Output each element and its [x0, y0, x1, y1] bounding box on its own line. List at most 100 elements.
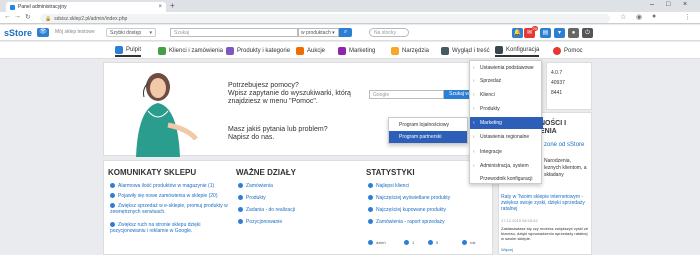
- bell-icon[interactable]: 🔔: [512, 28, 523, 38]
- stock-search-input[interactable]: Na stocky: [369, 28, 409, 37]
- wrench-icon: [391, 46, 399, 55]
- nav-label: Klienci i zamówienia: [169, 47, 224, 54]
- power-icon[interactable]: ⏻: [582, 28, 593, 38]
- shop-name[interactable]: Mój sklep testowe: [55, 29, 95, 35]
- comm-item[interactable]: Pojawiły się nowe zamówienia w sklepie (…: [110, 193, 228, 199]
- dept-item[interactable]: Zadania - do realizacji: [238, 207, 295, 213]
- config-item-label: Klienci: [480, 92, 495, 98]
- config-item-marketing[interactable]: ‹ Marketing: [470, 117, 543, 129]
- nav-wyglad[interactable]: Wygląd i treść: [441, 44, 490, 57]
- notifications-icon[interactable]: ✉ 20: [524, 26, 538, 38]
- config-item[interactable]: ‹ Ustawienia regionalne: [470, 131, 543, 143]
- config-item-label: Integracje: [480, 149, 502, 155]
- reload-icon[interactable]: ↻: [25, 13, 31, 21]
- article-date: 17.12.2019 08:15:42: [501, 218, 538, 223]
- back-icon[interactable]: ←: [4, 13, 11, 20]
- dept-item[interactable]: Zamówienia: [238, 183, 273, 189]
- bullet-icon: [462, 240, 467, 246]
- nav-label: Produkty i kategorie: [237, 47, 291, 54]
- view-shop-icon[interactable]: 👁: [37, 28, 49, 37]
- nav-aukcje[interactable]: Aukcje: [296, 44, 325, 57]
- nav-narzedzia[interactable]: Narzędzia: [391, 44, 429, 57]
- chat-icon[interactable]: ▤: [540, 28, 551, 38]
- stats-count-label: rok: [470, 240, 476, 245]
- stats-count-label: 1: [412, 240, 415, 245]
- close-tab-icon[interactable]: ×: [158, 4, 162, 10]
- new-tab-icon[interactable]: +: [170, 1, 175, 10]
- browser-menu-icon[interactable]: ⋮: [684, 13, 691, 21]
- forward-icon[interactable]: →: [14, 13, 21, 20]
- help-search-input[interactable]: Google: [369, 90, 444, 99]
- contact-text[interactable]: Napisz do nas.: [228, 134, 274, 142]
- bullet-icon: [368, 207, 373, 213]
- stats-item[interactable]: Najczęściej kupowane produkty: [368, 207, 446, 213]
- extension-icon[interactable]: ◉: [636, 13, 642, 21]
- nav-marketing[interactable]: Marketing: [338, 44, 375, 57]
- bullet-icon: [110, 222, 115, 228]
- config-item-label: Przewodnik konfiguracji: [480, 176, 533, 182]
- maximize-icon[interactable]: □: [666, 1, 670, 8]
- config-item[interactable]: ‹ Klienci: [470, 89, 543, 101]
- nav-klienci[interactable]: Klienci i zamówienia: [158, 44, 223, 57]
- version-a: 4.0.7: [551, 70, 563, 76]
- nav-konfiguracja[interactable]: Konfiguracja: [495, 44, 540, 57]
- bullet-icon: [110, 203, 115, 209]
- stats-item[interactable]: Zamówienia - raport sprzedaży: [368, 219, 445, 225]
- submenu-item-loyalty[interactable]: Program lojalnościowy: [389, 119, 467, 131]
- news-link[interactable]: zone od sStore: [544, 142, 584, 148]
- article-link[interactable]: Raty w Twoim sklepie internetowym - zwię…: [501, 194, 589, 212]
- config-item[interactable]: ‹ Sprzedaż: [470, 75, 543, 87]
- config-item[interactable]: ‹ Administracja, system: [470, 160, 543, 172]
- close-window-icon[interactable]: ×: [683, 1, 687, 8]
- comm-item-text: Zwiększ sprzedaż w e-sklepie, promuj pro…: [110, 203, 228, 215]
- nav-label: Pulpit: [126, 46, 142, 53]
- config-item-label: Produkty: [480, 106, 500, 112]
- marketing-submenu: Program lojalnościowy Program partnerski: [388, 117, 468, 144]
- version-b: 40937: [551, 80, 565, 86]
- nav-label: Aukcje: [307, 47, 326, 54]
- quick-access-select[interactable]: Szybki dostęp ▾: [106, 28, 156, 37]
- stats-item-text: Najczęściej kupowane produkty: [376, 207, 447, 213]
- address-bar[interactable]: 🔒 sdsisz.sklep2.pl/admin/index.php: [40, 14, 610, 23]
- stats-count: 5: [428, 240, 438, 246]
- submenu-item-partner[interactable]: Program partnerski: [389, 131, 467, 143]
- config-item[interactable]: ‹ Ustawienia podstawowe: [470, 62, 543, 74]
- config-item[interactable]: Przewodnik konfiguracji: [470, 173, 543, 185]
- comm-item[interactable]: Zwiększ sprzedaż w e-sklepie, promuj pro…: [110, 203, 228, 215]
- dept-item[interactable]: Produkty: [238, 195, 266, 201]
- search-scope-label: w produktach: [301, 30, 331, 36]
- comm-item[interactable]: Alarmowa ilość produktów w magazynie (1): [110, 183, 228, 189]
- bullet-icon: [238, 207, 243, 213]
- config-item[interactable]: ‹ Integracje: [470, 146, 543, 158]
- dept-item[interactable]: Pozycjonowanie: [238, 219, 282, 225]
- nav-pomoc[interactable]: Pomoc: [553, 44, 583, 57]
- user-icon[interactable]: ●: [568, 28, 579, 38]
- help-question-3: znajdziesz w menu "Pomoc".: [228, 98, 318, 105]
- config-item-label: Sprzedaż: [480, 78, 502, 84]
- app-logo[interactable]: sStore: [4, 28, 32, 38]
- comm-item[interactable]: Zwiększ ruch na stronie sklepu dzięki po…: [110, 222, 228, 234]
- article-more-link[interactable]: Więcej: [501, 247, 513, 253]
- star-icon[interactable]: ☆: [620, 13, 626, 21]
- cart-icon[interactable]: ▾: [554, 28, 565, 38]
- stats-item[interactable]: Najczęściej wyświetlane produkty: [368, 195, 450, 201]
- nav-label: Konfiguracja: [506, 46, 540, 53]
- search-button[interactable]: ⌕: [339, 28, 352, 37]
- nav-produkty[interactable]: Produkty i kategorie: [226, 44, 290, 57]
- nav-label: Narzędzia: [402, 47, 430, 54]
- comm-item-text: Alarmowa ilość produktów w magazynie (1): [118, 183, 215, 189]
- comm-item-text: Pojawiły się nowe zamówienia w sklepie (…: [118, 193, 218, 199]
- nav-pulpit[interactable]: Pulpit: [115, 44, 142, 57]
- news-text-2: leznych klientom, a: [544, 165, 587, 171]
- dept-title: WAŻNE DZIAŁY: [236, 168, 296, 177]
- config-item[interactable]: ‹ Produkty: [470, 103, 543, 115]
- search-input[interactable]: Szukaj: [170, 28, 298, 37]
- stats-item[interactable]: Najlepsi klienci: [368, 183, 409, 189]
- profile-icon[interactable]: ●: [652, 13, 656, 20]
- chevron-left-icon: ‹: [473, 149, 475, 155]
- comm-item-text: Zwiększ ruch na stronie sklepu dzięki po…: [110, 222, 201, 234]
- minimize-icon[interactable]: –: [650, 1, 654, 8]
- search-scope-select[interactable]: w produktach ▾: [298, 28, 339, 37]
- bullet-icon: [368, 219, 373, 225]
- browser-tab[interactable]: Panel administracyjny ×: [6, 2, 166, 12]
